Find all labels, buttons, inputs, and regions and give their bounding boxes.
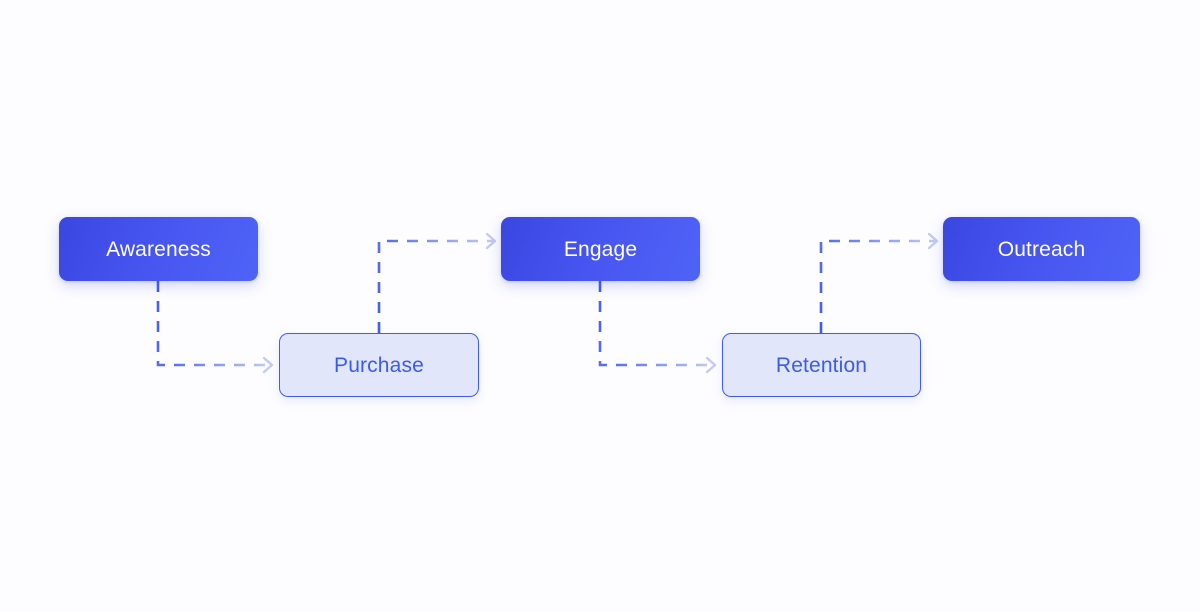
node-engage[interactable]: Engage	[501, 217, 700, 281]
edge-layer	[156, 232, 939, 374]
node-engage-label: Engage	[563, 237, 638, 261]
edge-path	[819, 239, 936, 333]
edge-path	[377, 239, 494, 333]
node-outreach[interactable]: Outreach	[943, 217, 1140, 281]
arrowhead-icon	[705, 356, 717, 374]
edge-retention-to-outreach	[819, 232, 939, 333]
edge-path	[598, 281, 714, 367]
edge-engage-to-retention	[598, 281, 717, 374]
arrowhead-icon	[262, 356, 274, 374]
node-outreach-label: Outreach	[997, 237, 1086, 261]
edge-awareness-to-purchase	[156, 281, 274, 374]
node-awareness-label: Awareness	[106, 237, 211, 261]
arrowhead-icon	[927, 232, 939, 250]
node-retention[interactable]: Retention	[722, 333, 921, 397]
node-retention-label: Retention	[775, 353, 868, 377]
arrowhead-icon	[485, 232, 497, 250]
node-awareness[interactable]: Awareness	[59, 217, 258, 281]
diagram-canvas: Awareness Purchase Engage Retention Outr…	[0, 0, 1200, 612]
edge-purchase-to-engage	[377, 232, 497, 333]
node-purchase-label: Purchase	[334, 353, 424, 377]
node-purchase[interactable]: Purchase	[279, 333, 479, 397]
edge-path	[156, 281, 271, 367]
